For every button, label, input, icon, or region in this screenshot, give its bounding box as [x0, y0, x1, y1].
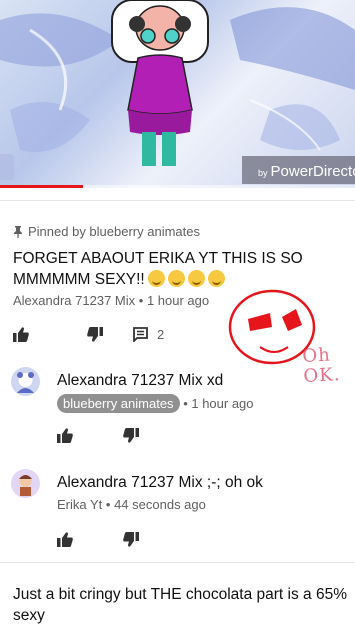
avatar[interactable]	[11, 469, 40, 498]
handwritten-note: Oh OK.	[302, 345, 341, 387]
comment-meta: Alexandra 71237 Mix • 1 hour ago	[13, 293, 209, 308]
thumbs-up-icon[interactable]	[13, 327, 29, 342]
reply-actions	[57, 428, 139, 443]
video-watermark: by PowerDirecto	[242, 156, 355, 184]
channel-logo-tab	[0, 154, 14, 180]
divider	[0, 200, 355, 201]
next-comment-text: Just a bit cringy but THE chocolata part…	[13, 586, 347, 624]
author-chip[interactable]: blueberry animates	[57, 394, 180, 413]
unamused-face-icon	[147, 270, 165, 287]
tears-of-joy-face-icon	[207, 270, 225, 287]
meta-separator: •	[105, 497, 115, 512]
comment-time: 1 hour ago	[146, 293, 210, 308]
avatar-art	[11, 367, 40, 396]
reply-meta: Erika Yt • 44 seconds ago	[57, 497, 206, 512]
video-player[interactable]: by PowerDirecto	[0, 0, 355, 188]
unamused-face-icon	[167, 270, 185, 287]
watermark-brand: PowerDirecto	[270, 163, 355, 180]
reply-time: 1 hour ago	[191, 396, 254, 411]
unamused-face-icon	[187, 270, 205, 287]
pinned-label: Pinned by blueberry animates	[28, 224, 200, 239]
reply-text: Alexandra 71237 Mix xd	[57, 372, 224, 389]
pin-icon	[14, 225, 22, 238]
thumbs-down-icon[interactable]	[123, 532, 139, 547]
reply-text: Alexandra 71237 Mix ;-; oh ok	[57, 474, 263, 491]
avatar[interactable]	[11, 367, 40, 396]
thumbs-up-icon[interactable]	[57, 428, 73, 443]
thumbs-down-icon[interactable]	[87, 327, 103, 342]
reply-time: 44 seconds ago	[114, 497, 206, 512]
pinned-indicator: Pinned by blueberry animates	[13, 224, 200, 239]
reply-actions	[57, 532, 139, 547]
meta-separator: •	[138, 293, 147, 308]
comment-actions: 2	[13, 327, 164, 342]
progress-fill	[0, 185, 84, 188]
thumbs-up-icon[interactable]	[57, 532, 73, 547]
comment-icon[interactable]	[133, 327, 148, 342]
reply-meta: blueberry animates • 1 hour ago	[57, 394, 254, 413]
comment-author[interactable]: Alexandra 71237 Mix	[13, 293, 135, 308]
thumbs-down-icon[interactable]	[123, 428, 139, 443]
reply-author[interactable]: Erika Yt	[57, 497, 102, 512]
reply-count[interactable]: 2	[157, 327, 164, 342]
watermark-prefix: by	[258, 168, 268, 178]
avatar-art	[11, 469, 40, 498]
progress-bar[interactable]	[0, 185, 355, 188]
divider	[0, 562, 355, 563]
handwriting-line: OK.	[302, 364, 341, 387]
pinned-comment-text: FORGET ABAOUT ERIKA YT THIS IS SO MMMMMM…	[13, 248, 349, 290]
